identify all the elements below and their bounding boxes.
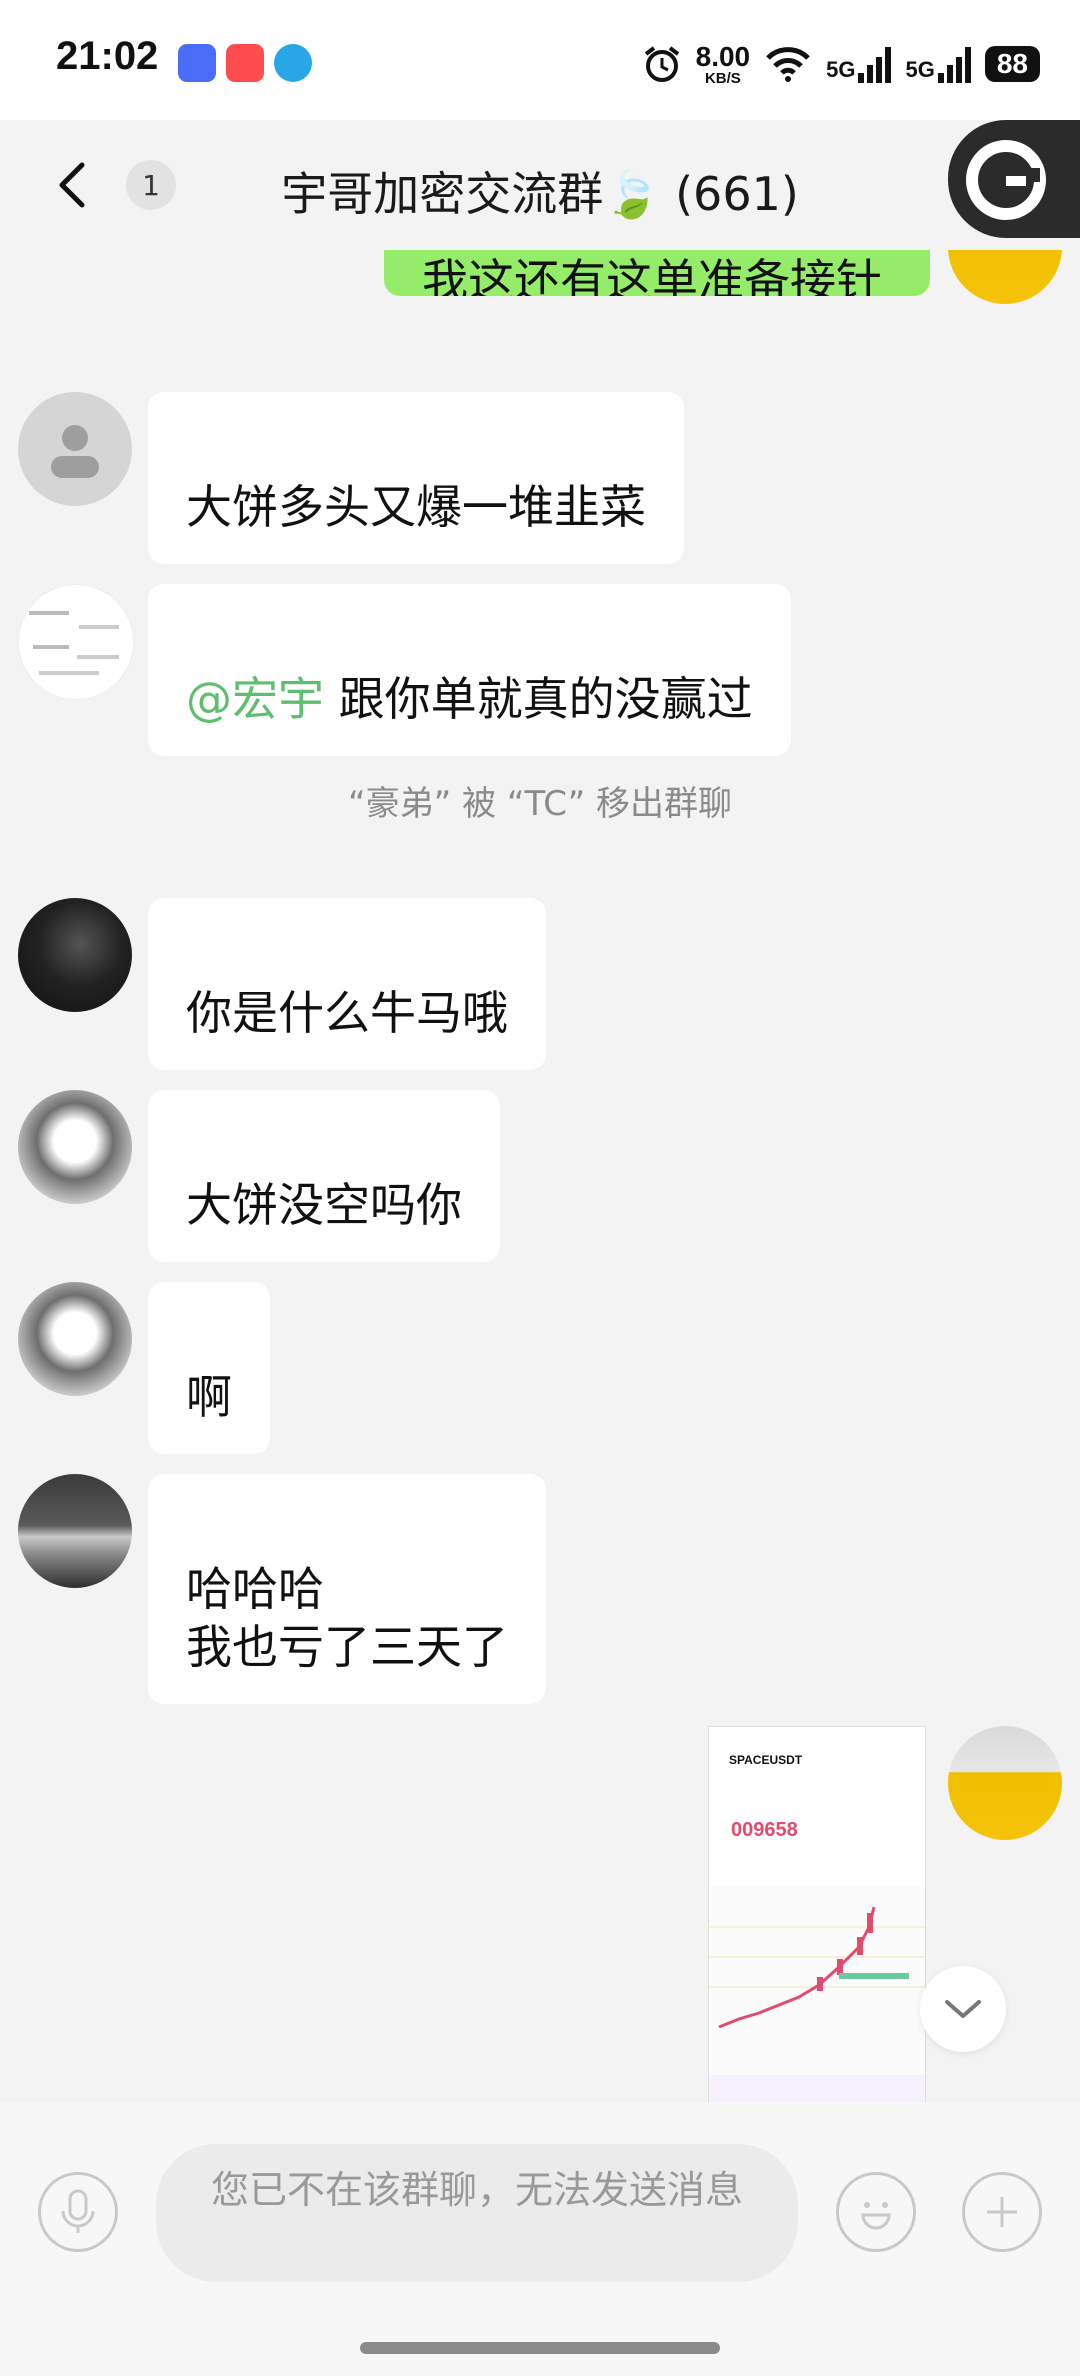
input-bar: 您已不在该群聊，无法发送消息 [0,2102,1080,2376]
sender-avatar[interactable] [18,1474,132,1588]
app-notification-icon [178,44,216,82]
signal-5g-2: 5G [905,45,971,83]
alarm-icon [644,46,679,82]
user-placeholder-icon [51,425,99,478]
message-text: 大饼没空吗你 [186,1178,462,1232]
home-indicator[interactable] [360,2342,720,2354]
plus-icon [987,2197,1017,2227]
candlestick-chart-thumbnail [709,1887,925,2105]
message-bubble[interactable]: 哈哈哈 我也亏了三天了 [148,1474,546,1704]
network-speed: 8.00 KB/S [695,40,751,87]
signal-5g-1: 5G [826,45,892,83]
app-logo-icon [966,140,1046,220]
battery-indicator: 88 [984,46,1040,82]
sender-avatar[interactable] [18,898,132,1012]
mention-link[interactable]: @宏宇 [186,672,324,726]
wifi-icon [766,47,810,82]
chat-header: 1 宇哥加密交流群🍃 (661) [0,120,1080,250]
self-avatar[interactable] [948,1726,1062,1840]
sender-avatar[interactable] [18,1282,132,1396]
message-bubble[interactable]: @宏宇 跟你单就真的没赢过 [148,584,791,756]
message-bubble[interactable]: 大饼没空吗你 [148,1090,500,1262]
sender-avatar[interactable] [18,1090,132,1204]
chevron-down-icon [945,2000,981,2018]
message-text: 我这还有这单准备接针 [422,254,882,296]
default-avatar[interactable] [18,392,132,506]
telegram-icon [274,44,312,82]
chat-title[interactable]: 宇哥加密交流群🍃 (661) [0,158,1080,224]
status-bar: 21:02 8.00 KB/S 5G 5G 88 [0,0,1080,120]
message-bubble[interactable]: 啊 [148,1282,270,1454]
message-bubble[interactable]: 你是什么牛马哦 [148,898,546,1070]
smile-icon [861,2202,891,2230]
status-time: 21:02 [56,34,159,78]
emoji-button[interactable] [836,2172,916,2252]
message-text: 哈哈哈 我也亏了三天了 [186,1562,508,1674]
image-message-chart-screenshot[interactable]: SPACEUSDT 009658 [708,1726,926,2106]
message-text: 跟你单就真的没赢过 [324,672,753,726]
sender-avatar[interactable] [18,584,134,700]
message-text: 啊 [186,1370,232,1424]
more-button[interactable] [962,2172,1042,2252]
floating-app-logo[interactable] [948,120,1080,238]
voice-button[interactable] [38,2172,118,2252]
video-app-icon [226,44,264,82]
message-bubble[interactable]: 大饼多头又爆一堆韭菜 [148,392,684,564]
scroll-to-bottom-button[interactable] [920,1966,1006,2052]
message-text: 大饼多头又爆一堆韭菜 [186,480,646,534]
message-text: 你是什么牛马哦 [186,986,508,1040]
microphone-icon [61,2189,95,2233]
message-input-disabled: 您已不在该群聊，无法发送消息 [156,2144,798,2282]
system-notice: “豪弟” 被 “TC” 移出群聊 [347,784,733,824]
